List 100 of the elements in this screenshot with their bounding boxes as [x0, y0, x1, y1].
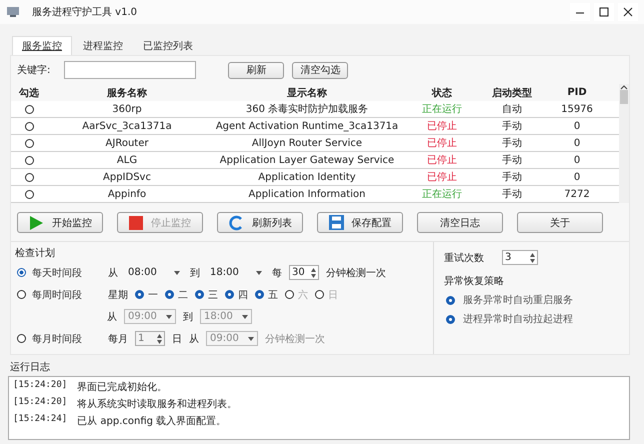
table-cell-text: 自动: [501, 103, 523, 116]
row-radio[interactable]: [24, 190, 34, 198]
maximize-icon: [599, 7, 609, 17]
status-text: 已停止: [426, 136, 458, 150]
log-message: 界面已完成初始化。: [77, 380, 168, 394]
from-label: 从: [108, 266, 118, 280]
tab[interactable]: 已监控列表: [134, 36, 202, 55]
table-cell-text: Application Layer Gateway Service: [218, 154, 396, 166]
column-header: PID: [566, 87, 588, 98]
weekday-option[interactable]: 一: [135, 288, 158, 302]
status-text: 已停止: [426, 170, 458, 184]
row-radio[interactable]: [24, 156, 34, 164]
weekday-check[interactable]: [195, 290, 204, 299]
dropdown-caret-icon: [242, 314, 248, 318]
weekday-check[interactable]: [285, 290, 294, 299]
status-text: 已停止: [426, 120, 458, 133]
dropdown-caret-icon: [248, 336, 254, 340]
weekday-check[interactable]: [255, 290, 264, 299]
table-cell-text: 手动: [501, 188, 523, 201]
save-icon: [328, 215, 344, 230]
radio-option[interactable]: 每月时间段: [15, 332, 93, 346]
day-spinner[interactable]: 1: [135, 331, 165, 346]
column-header: 状态: [430, 86, 453, 100]
keyword-field[interactable]: [64, 61, 196, 79]
log-time: [15:24:20]: [13, 397, 68, 409]
weekday-check[interactable]: [165, 290, 174, 299]
table-cell-text: 手动: [501, 170, 523, 184]
day-label: 日: [172, 332, 182, 346]
stop-icon: [129, 216, 143, 230]
weekday-option[interactable]: 五: [255, 288, 278, 302]
row-radio[interactable]: [24, 138, 34, 148]
weekday-option[interactable]: 四: [225, 288, 248, 302]
minimize-button[interactable]: [570, 3, 590, 21]
table-cell-text: 手动: [501, 136, 523, 150]
radio-option[interactable]: 每周时间段: [15, 288, 93, 302]
maximize-button[interactable]: [594, 3, 614, 21]
toolbar-button[interactable]: 保存配置: [317, 212, 403, 233]
table-cell-text: 0: [572, 172, 582, 182]
table-cell-text: AppIDSvc: [102, 172, 152, 182]
column-header: 启动类型: [491, 86, 533, 100]
column-header: 显示名称: [286, 86, 328, 100]
table-cell-text: AllJoyn Router Service: [250, 138, 364, 148]
weekday-option[interactable]: 三: [195, 288, 218, 302]
retry-spinner[interactable]: 3: [502, 250, 538, 265]
weekday-check[interactable]: [225, 290, 234, 299]
toolbar-button[interactable]: 关于: [517, 212, 603, 233]
spin-arrows-icon: [530, 252, 535, 262]
strategy-check[interactable]: [446, 314, 455, 324]
table-cell-text: ALG: [116, 154, 138, 166]
row-radio[interactable]: [24, 104, 34, 114]
strategy-title: 异常恢复策略: [444, 274, 505, 288]
tab[interactable]: 进程监控: [74, 36, 132, 55]
dropdown-caret-icon: [256, 270, 262, 274]
log-message: 将从系统实时读取服务和进程列表。: [77, 398, 238, 411]
table-cell-text: 0: [572, 120, 582, 132]
table-cell-text: 手动: [501, 154, 523, 167]
strategy-check[interactable]: [446, 296, 455, 304]
scrollbar[interactable]: [619, 84, 629, 203]
table-cell-text: AJRouter: [104, 138, 150, 148]
every-label: 每: [272, 266, 282, 280]
table-cell-text: 360 杀毒实时防护加载服务: [244, 102, 370, 116]
log-time: [15:24:24]: [13, 414, 68, 426]
table-cell-text: Application Information: [248, 188, 366, 200]
toolbar-button[interactable]: 清空日志: [417, 212, 503, 233]
weekday-option[interactable]: 二: [165, 288, 188, 302]
status-text: 正在运行: [421, 102, 463, 116]
table-cell-text: 360rp: [111, 104, 143, 114]
status-text: 正在运行: [421, 188, 463, 201]
weekday-check[interactable]: [315, 290, 324, 299]
table-cell-text: Application Identity: [257, 172, 357, 182]
toolbar-button[interactable]: 开始监控: [17, 212, 103, 233]
strategy-option[interactable]: 进程异常时自动拉起进程: [444, 312, 573, 326]
time-picker[interactable]: 08:00: [125, 265, 183, 280]
interval-label: 分钟检测一次: [326, 266, 386, 280]
tab[interactable]: 服务监控: [12, 36, 72, 55]
close-icon: [623, 7, 633, 17]
table-cell-text: Agent Activation Runtime_3ca1371a: [214, 120, 400, 132]
table-cell-text: Appinfo: [106, 188, 148, 200]
toolbar-button[interactable]: 刷新列表: [217, 212, 303, 233]
log-title: 运行日志: [10, 360, 51, 374]
row-radio[interactable]: [24, 122, 34, 130]
table-cell-text: AarSvc_3ca1371a: [81, 120, 173, 132]
table-cell-text: 手动: [501, 120, 523, 133]
scroll-thumb[interactable]: [620, 90, 628, 104]
refresh-icon: [228, 214, 244, 230]
clear-selection-button[interactable]: 清空勾选: [292, 62, 348, 78]
interval-label: 分钟检测一次: [265, 332, 325, 346]
group-title: 检查计划: [15, 246, 56, 260]
radio-option[interactable]: 每天时间段: [15, 266, 93, 280]
minutes-spinner[interactable]: 30: [289, 265, 319, 280]
retry-label: 重试次数: [444, 252, 484, 264]
weekday-label: 星期: [108, 288, 128, 302]
refresh-button[interactable]: 刷新: [228, 62, 284, 78]
weekday-check[interactable]: [135, 290, 144, 299]
row-radio[interactable]: [24, 172, 34, 182]
strategy-option[interactable]: 服务异常时自动重启服务: [444, 293, 573, 307]
month-label: 每月: [108, 332, 128, 346]
status-text: 已停止: [426, 154, 458, 167]
time-picker[interactable]: 18:00: [207, 265, 265, 280]
close-button[interactable]: [618, 3, 638, 21]
